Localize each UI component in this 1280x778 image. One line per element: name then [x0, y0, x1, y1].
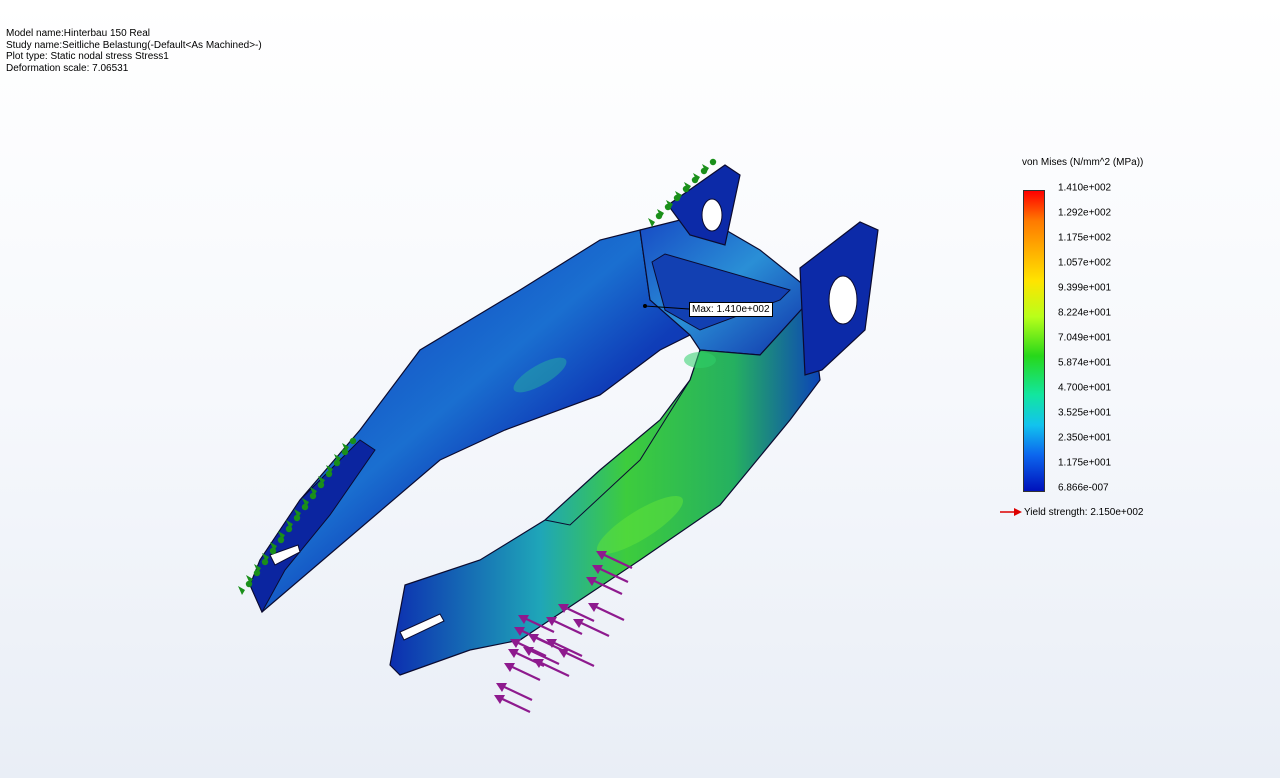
top-left-pivot-hole	[701, 198, 723, 232]
load-arrow-icon	[558, 649, 595, 667]
load-arrow-icon	[558, 604, 595, 622]
legend-tick-label: 4.700e+001	[1058, 382, 1112, 394]
plot-type: Plot type: Static nodal stress Stress1	[6, 51, 169, 62]
legend-tick-label: 7.049e+001	[1058, 332, 1112, 344]
legend-tick-label: 1.057e+002	[1058, 257, 1112, 269]
legend-tick-label: 3.525e+001	[1058, 407, 1112, 419]
yield-strength-marker: Yield strength: 2.150e+002	[1000, 506, 1143, 518]
legend-tick-label: 1.410e+002	[1058, 182, 1112, 194]
legend-tick-label: 9.399e+001	[1058, 282, 1112, 294]
legend-tick-label: 2.350e+001	[1058, 432, 1112, 444]
max-probe-point	[643, 304, 647, 308]
legend-tick-label: 1.175e+002	[1058, 232, 1112, 244]
legend-tick-label: 6.866e-007	[1058, 482, 1109, 494]
max-probe-label: Max: 1.410e+002	[689, 302, 773, 317]
model-name: Model name:Hinterbau 150 Real	[6, 28, 150, 39]
load-arrow-icon	[533, 659, 570, 677]
legend-tick-label: 1.175e+001	[1058, 457, 1112, 469]
yield-arrow-icon	[1000, 508, 1022, 516]
legend-tick-label: 5.874e+001	[1058, 357, 1112, 369]
study-info: Model name:Hinterbau 150 Real Study name…	[6, 28, 262, 74]
load-arrow-icon	[588, 603, 625, 621]
load-arrow-icon	[528, 634, 565, 652]
study-name: Study name:Seitliche Belastung(-Default<…	[6, 39, 262, 51]
deformation-scale: Deformation scale: 7.06531	[6, 62, 129, 74]
legend-tick-label: 8.224e+001	[1058, 307, 1112, 319]
legend-title: von Mises (N/mm^2 (MPa))	[1022, 157, 1144, 168]
load-arrow-icon	[504, 663, 541, 681]
yield-strength-label: Yield strength: 2.150e+002	[1024, 506, 1144, 518]
legend-color-bar	[1023, 190, 1045, 492]
stress-hotspot	[684, 352, 716, 368]
legend-tick-label: 1.292e+002	[1058, 207, 1112, 219]
right-pivot-hole	[828, 275, 858, 325]
